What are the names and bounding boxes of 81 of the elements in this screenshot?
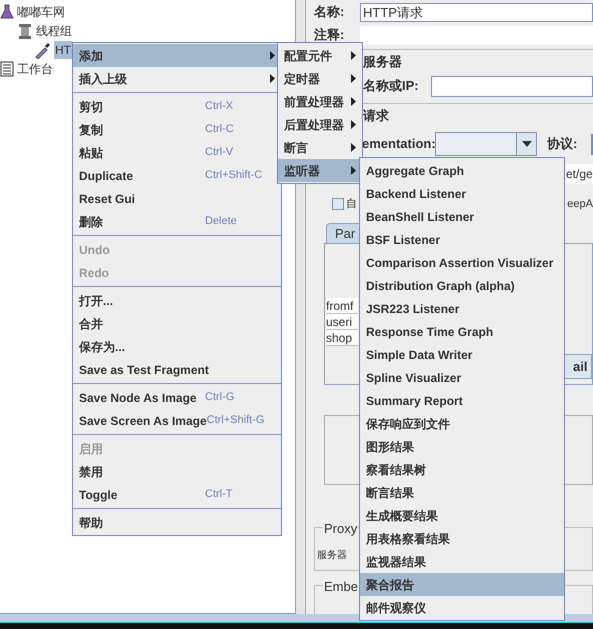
shortcut-label: Ctrl-X <box>205 99 234 114</box>
menu-item[interactable]: 断言结果 <box>360 481 564 504</box>
menu-item[interactable]: 合并 <box>73 312 281 335</box>
field-label: 服务器 <box>317 549 347 563</box>
section-title: 服务器 <box>363 54 402 69</box>
checkbox[interactable] <box>332 198 344 210</box>
menu-item[interactable]: Response Time Graph <box>360 320 564 343</box>
menu-item[interactable]: Save Node As Image Ctrl-G <box>73 386 281 409</box>
menu-item[interactable]: Aggregate Graph <box>360 159 564 182</box>
menu-item[interactable]: 帮助 <box>73 511 281 534</box>
shortcut-label: Ctrl+Shift-G <box>206 413 266 428</box>
table-cell: shop <box>326 330 358 346</box>
menu-item[interactable]: Summary Report <box>360 389 564 412</box>
menu-item[interactable]: 打开... <box>73 289 281 312</box>
menu-item[interactable]: 监视器结果 <box>360 550 564 573</box>
menu-item[interactable]: 保存响应到文件 <box>360 412 564 435</box>
spool-icon <box>17 22 33 38</box>
field-label: 名称或IP: <box>363 77 420 96</box>
shortcut-label: Ctrl-G <box>205 390 236 406</box>
field-label: 协议: <box>547 135 578 154</box>
menu-item[interactable]: Save as Test Fragment <box>73 358 281 381</box>
menu-item[interactable]: 定时器 <box>278 67 362 90</box>
menu-item[interactable]: Comparison Assertion Visualizer <box>360 251 564 274</box>
menu-item[interactable]: 监听器 <box>278 159 362 182</box>
menu-item[interactable]: Duplicate Ctrl+Shift-C <box>73 164 281 187</box>
menu-item[interactable]: 用表格察看结果 <box>360 527 564 550</box>
field-label: 注释: <box>314 26 346 44</box>
menu-item[interactable]: Reset Gui <box>73 187 281 210</box>
menu-item[interactable]: 察看结果树 <box>360 458 564 481</box>
table-cell: useri <box>326 314 358 330</box>
field-label: 名称: <box>314 3 346 22</box>
shortcut-label: Ctrl-C <box>205 122 235 138</box>
dropper-icon <box>34 40 52 58</box>
shortcut-label: Delete <box>205 214 238 230</box>
path-field[interactable]: et/ge <box>566 164 593 184</box>
submenu-arrow-icon <box>270 74 275 83</box>
menu-item[interactable]: 前置处理器 <box>278 90 362 113</box>
menu-item[interactable]: 保存为... <box>73 335 281 358</box>
menu-item[interactable]: 删除 Delete <box>73 210 281 233</box>
menu-item[interactable]: Distribution Graph (alpha) <box>360 274 564 297</box>
menu-item[interactable]: 禁用 <box>73 460 281 483</box>
section-title: 请求 <box>363 108 389 123</box>
submenu-arrow-icon <box>351 74 356 83</box>
table-cell: fromf <box>326 298 358 314</box>
name-field[interactable]: HTTP请求 <box>360 2 593 22</box>
menu-item[interactable]: 图形结果 <box>360 435 564 458</box>
submenu-arrow-icon <box>351 143 356 152</box>
submenu-arrow-icon <box>351 166 356 175</box>
caret-icon <box>522 141 532 147</box>
submenu-arrow-icon <box>351 51 356 60</box>
submenu-arrow-icon <box>351 120 356 129</box>
menu-item[interactable]: Save Screen As ImageCtrl+Shift-G <box>73 409 281 432</box>
submenu-arrow-icon <box>351 97 356 106</box>
menu-item[interactable]: 聚合报告 <box>360 573 564 596</box>
menu-item[interactable]: 剪切 Ctrl-X <box>73 95 281 118</box>
menu-item[interactable]: 断言 <box>278 136 362 159</box>
menu-item[interactable]: 粘贴 Ctrl-V <box>73 141 281 164</box>
menu-item[interactable]: JSR223 Listener <box>360 297 564 320</box>
menu-item[interactable]: 复制 Ctrl-C <box>73 118 281 141</box>
menu-item[interactable]: 后置处理器 <box>278 113 362 136</box>
option-label: eepA <box>567 196 593 212</box>
flask-icon <box>0 4 14 20</box>
implementation-dropdown[interactable] <box>435 132 537 156</box>
menu-item[interactable]: 邮件观察仪 <box>360 596 564 619</box>
shortcut-label: Ctrl+Shift-C <box>205 168 264 184</box>
checkbox-label: 自 <box>346 196 357 212</box>
menu-item[interactable]: 配置元件 <box>278 44 362 67</box>
menu-item[interactable]: Toggle Ctrl-T <box>73 483 281 506</box>
shortcut-label: Ctrl-T <box>205 487 234 502</box>
tree-item[interactable]: 嘟嘟车网 <box>16 2 66 20</box>
submenu-arrow-icon <box>270 51 275 60</box>
tree-item[interactable]: HT <box>54 40 72 58</box>
menu-item[interactable]: 生成概要结果 <box>360 504 564 527</box>
menu-item[interactable]: 插入上级 <box>73 67 281 90</box>
menu-item[interactable]: Backend Listener <box>360 182 564 205</box>
tree-item[interactable]: 工作台 <box>16 60 54 78</box>
server-field[interactable] <box>431 76 593 96</box>
comment-field[interactable] <box>360 26 593 44</box>
tree-item[interactable]: 线程组 <box>35 22 73 40</box>
shortcut-label: Ctrl-V <box>205 145 234 160</box>
field-label: ementation: <box>362 135 435 154</box>
